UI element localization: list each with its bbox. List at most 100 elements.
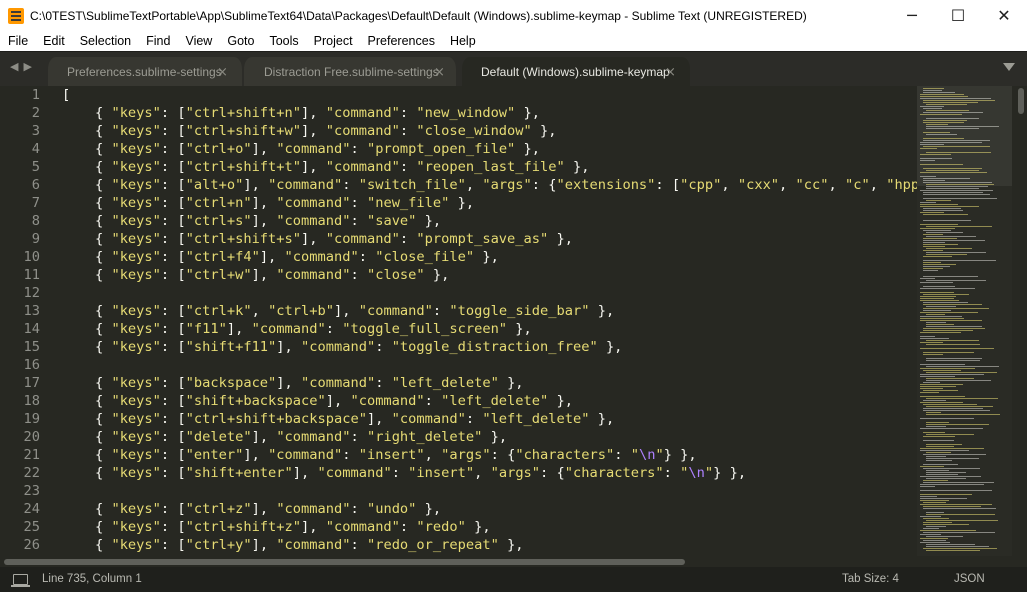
menu-tools[interactable]: Tools xyxy=(261,34,305,48)
minimap-line xyxy=(926,226,992,227)
minimap-line xyxy=(920,292,954,293)
window-title: C:\0TEST\SublimeTextPortable\App\Sublime… xyxy=(30,8,807,23)
line-number: 25 xyxy=(23,519,40,535)
minimap-line xyxy=(923,168,982,169)
minimap[interactable] xyxy=(917,86,1012,556)
minimap-line xyxy=(920,392,939,393)
line-number: 9 xyxy=(31,231,40,247)
minimap-line xyxy=(926,398,998,399)
tab-distraction-free-settings[interactable]: Distraction Free.sublime-settings × xyxy=(244,57,456,87)
close-window-button[interactable]: ✕ xyxy=(981,0,1027,31)
menu-preferences[interactable]: Preferences xyxy=(360,34,442,48)
menu-find[interactable]: Find xyxy=(138,34,177,48)
minimap-line xyxy=(920,534,941,535)
minimize-icon: ─ xyxy=(907,6,917,25)
menu-edit[interactable]: Edit xyxy=(35,34,72,48)
minimap-line xyxy=(920,172,987,173)
minimap-line xyxy=(926,458,979,459)
line-number: 3 xyxy=(31,123,40,139)
maximize-button[interactable]: ☐ xyxy=(935,0,981,31)
minimap-line xyxy=(926,546,989,547)
menu-goto[interactable]: Goto xyxy=(219,34,261,48)
code-line: { "keys": ["ctrl+f4"], "command": "close… xyxy=(62,249,499,265)
code-line: { "keys": ["shift+backspace"], "command"… xyxy=(62,393,573,409)
minimap-line xyxy=(923,304,982,305)
minimap-line xyxy=(926,188,979,189)
line-number: 23 xyxy=(23,483,40,499)
tab-close-icon[interactable]: × xyxy=(434,65,445,80)
minimap-line xyxy=(923,382,940,383)
minimap-line xyxy=(920,202,936,203)
minimap-line xyxy=(923,250,943,251)
minimap-line xyxy=(926,128,979,129)
tab-preferences-settings[interactable]: Preferences.sublime-settings × xyxy=(48,57,242,87)
minimap-line xyxy=(923,468,980,469)
back-arrow-icon[interactable]: ◀ xyxy=(10,60,18,73)
tab-close-icon[interactable]: × xyxy=(665,65,676,80)
minimap-line xyxy=(926,280,986,281)
minimap-line xyxy=(920,402,963,403)
minimap-line xyxy=(926,152,991,153)
minimap-line xyxy=(923,112,983,113)
minimap-line xyxy=(920,190,993,191)
minimap-line xyxy=(926,512,944,513)
minimap-line xyxy=(923,286,955,287)
menu-view[interactable]: View xyxy=(177,34,219,48)
minimap-line xyxy=(923,390,958,391)
minimap-line xyxy=(926,536,963,537)
minimap-line xyxy=(923,432,945,433)
vertical-scrollbar-thumb[interactable] xyxy=(1018,88,1024,114)
menu-project[interactable]: Project xyxy=(306,34,360,48)
syntax-indicator[interactable]: JSON xyxy=(954,573,985,585)
minimap-line xyxy=(920,368,975,369)
tab-label: Distraction Free.sublime-settings xyxy=(264,65,439,79)
tab-list-dropdown-icon[interactable] xyxy=(1003,63,1015,71)
code-line: { "keys": ["ctrl+shift+w"], "command": "… xyxy=(62,123,557,139)
minimap-line xyxy=(923,90,942,91)
minimap-line xyxy=(920,484,984,485)
minimap-line xyxy=(920,204,958,205)
minimap-line xyxy=(920,530,976,531)
code-line: { "keys": ["enter"], "command": "insert"… xyxy=(62,447,697,463)
minimap-line xyxy=(923,146,990,147)
tab-default-windows-keymap[interactable]: Default (Windows).sublime-keymap × xyxy=(462,57,690,87)
tab-size-indicator[interactable]: Tab Size: 4 xyxy=(842,573,899,585)
minimap-line xyxy=(920,160,935,161)
code-line: { "keys": ["ctrl+shift+n"], "command": "… xyxy=(62,105,541,121)
minimap-line xyxy=(920,94,964,95)
vertical-scrollbar[interactable] xyxy=(1015,86,1027,556)
minimap-line xyxy=(926,366,999,367)
panel-toggle-icon[interactable] xyxy=(11,574,30,587)
menu-file[interactable]: File xyxy=(0,34,35,48)
tab-close-icon[interactable]: × xyxy=(217,65,228,80)
code-line: { "keys": ["shift+enter"], "command": "i… xyxy=(62,465,747,481)
line-number: 15 xyxy=(23,339,40,355)
minimap-line xyxy=(923,102,978,103)
menu-help[interactable]: Help xyxy=(442,34,483,48)
minimap-line xyxy=(926,344,980,345)
minimap-line xyxy=(926,126,999,127)
minimize-button[interactable]: ─ xyxy=(889,0,935,31)
minimap-line xyxy=(920,496,937,497)
minimap-line xyxy=(923,528,939,529)
minimap-line xyxy=(923,400,946,401)
code-view[interactable]: [ { "keys": ["ctrl+shift+n"], "command":… xyxy=(62,86,917,556)
minimap-line xyxy=(923,240,985,241)
minimap-line xyxy=(926,414,1000,415)
minimap-viewport[interactable] xyxy=(917,86,1012,186)
horizontal-scrollbar-thumb[interactable] xyxy=(4,559,685,565)
menu-selection[interactable]: Selection xyxy=(72,34,138,48)
minimap-line xyxy=(926,134,957,135)
minimap-line xyxy=(920,332,961,333)
minimap-line xyxy=(926,444,962,445)
minimap-line xyxy=(923,138,964,139)
code-line: { "keys": ["shift+f11"], "command": "tog… xyxy=(62,339,623,355)
minimap-line xyxy=(923,246,945,247)
editor-area[interactable]: 1 2 3 4 5 6 7 8 9 10 11 12 13 14 15 16 17 18 19 20 21 22 23 24 2… xyxy=(0,86,1027,556)
horizontal-scrollbar[interactable] xyxy=(0,556,1027,567)
minimap-line xyxy=(923,88,944,89)
minimap-line xyxy=(923,404,977,405)
minimap-line xyxy=(920,338,949,339)
minimap-line xyxy=(920,376,955,377)
forward-arrow-icon[interactable]: ▶ xyxy=(23,60,31,73)
